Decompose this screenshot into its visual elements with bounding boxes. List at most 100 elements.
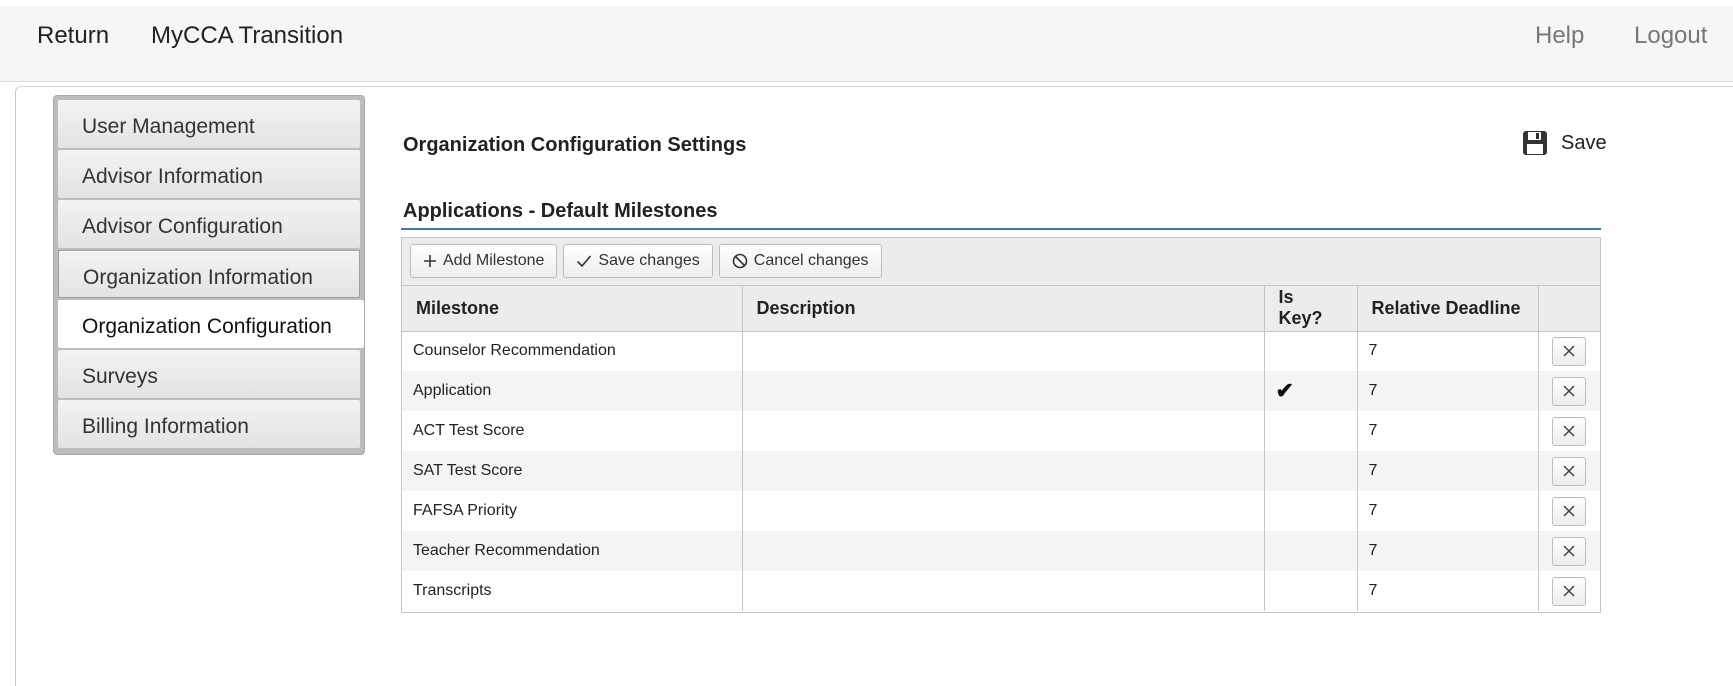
- sidebar-item-label: Advisor Information: [82, 165, 263, 188]
- cancel-icon: [732, 253, 748, 269]
- table-row: FAFSA Priority 7: [402, 491, 1600, 531]
- page-title: Organization Configuration Settings: [403, 134, 747, 156]
- grid-toolbar: Add Milestone Save changes Cancel change…: [402, 238, 1600, 286]
- sidebar-item-advisor-information[interactable]: Advisor Information: [58, 150, 360, 198]
- cell-milestone[interactable]: Transcripts: [402, 571, 743, 611]
- sidebar-item-advisor-configuration[interactable]: Advisor Configuration: [58, 200, 360, 248]
- delete-row-button[interactable]: [1551, 416, 1586, 446]
- add-milestone-button[interactable]: Add Milestone: [410, 244, 558, 278]
- cell-deadline[interactable]: 7: [1357, 531, 1539, 571]
- top-bar: Return MyCCA Transition Help Logout: [0, 6, 1733, 82]
- cell-milestone[interactable]: SAT Test Score: [402, 451, 743, 491]
- cell-deadline[interactable]: 7: [1357, 371, 1539, 411]
- cell-is-key[interactable]: [1264, 491, 1358, 531]
- delete-row-button[interactable]: [1551, 336, 1586, 366]
- cell-deadline[interactable]: 7: [1357, 571, 1539, 611]
- cell-description[interactable]: [742, 451, 1265, 491]
- delete-row-button[interactable]: [1551, 496, 1586, 526]
- cell-actions: [1538, 371, 1600, 411]
- column-header-actions: [1538, 286, 1600, 332]
- cell-description[interactable]: [742, 411, 1265, 451]
- floppy-disk-icon: [1523, 131, 1547, 155]
- close-icon: [1562, 425, 1575, 437]
- delete-row-button[interactable]: [1551, 456, 1586, 486]
- column-header-is-key[interactable]: Is Key?: [1264, 286, 1358, 332]
- cell-deadline[interactable]: 7: [1357, 411, 1539, 451]
- cell-description[interactable]: [742, 331, 1265, 371]
- cell-description[interactable]: [742, 491, 1265, 531]
- sidebar-item-surveys[interactable]: Surveys: [58, 350, 360, 398]
- cell-milestone[interactable]: Counselor Recommendation: [402, 331, 743, 371]
- cell-description[interactable]: [742, 571, 1265, 611]
- table-row: ACT Test Score 7: [402, 411, 1600, 451]
- sidebar-item-billing-information[interactable]: Billing Information: [58, 400, 360, 448]
- section-title: Applications - Default Milestones: [403, 200, 718, 222]
- sidebar-item-label: Organization Configuration: [82, 315, 332, 338]
- save-changes-button[interactable]: Save changes: [563, 244, 713, 278]
- cell-actions: [1538, 331, 1600, 371]
- delete-row-button[interactable]: [1551, 536, 1586, 566]
- delete-row-button[interactable]: [1551, 376, 1586, 406]
- cell-actions: [1538, 531, 1600, 571]
- cell-is-key[interactable]: [1264, 411, 1358, 451]
- cell-is-key[interactable]: [1264, 331, 1358, 371]
- cell-milestone[interactable]: Teacher Recommendation: [402, 531, 743, 571]
- save-button[interactable]: Save: [1522, 130, 1607, 156]
- cell-actions: [1538, 411, 1600, 451]
- save-changes-label: Save changes: [598, 252, 700, 269]
- sidebar-item-label: Advisor Configuration: [82, 215, 283, 238]
- plus-icon: [423, 254, 437, 268]
- close-icon: [1562, 345, 1575, 357]
- column-header-description[interactable]: Description: [742, 286, 1265, 332]
- cell-description[interactable]: [742, 531, 1265, 571]
- cell-milestone[interactable]: Application: [402, 371, 743, 411]
- table-row: Counselor Recommendation 7: [402, 331, 1600, 371]
- cell-is-key[interactable]: ✔: [1264, 371, 1358, 411]
- cell-is-key[interactable]: [1264, 531, 1358, 571]
- cell-is-key[interactable]: [1264, 571, 1358, 611]
- delete-row-button[interactable]: [1551, 576, 1586, 606]
- help-link[interactable]: Help: [1535, 22, 1584, 50]
- cell-actions: [1538, 451, 1600, 491]
- close-icon: [1562, 505, 1575, 517]
- sidebar-item-label: Organization Information: [83, 266, 313, 289]
- cell-deadline[interactable]: 7: [1357, 331, 1539, 371]
- logout-link[interactable]: Logout: [1634, 22, 1707, 50]
- column-header-milestone[interactable]: Milestone: [402, 286, 743, 332]
- cell-milestone[interactable]: FAFSA Priority: [402, 491, 743, 531]
- close-icon: [1562, 585, 1575, 597]
- sidebar-item-label: User Management: [82, 115, 255, 138]
- cell-milestone[interactable]: ACT Test Score: [402, 411, 743, 451]
- cell-actions: [1538, 571, 1600, 611]
- cell-deadline[interactable]: 7: [1357, 491, 1539, 531]
- app-title-link[interactable]: MyCCA Transition: [151, 22, 343, 50]
- table-header-row: Milestone Description Is Key? Relative D…: [402, 286, 1600, 332]
- cancel-changes-label: Cancel changes: [753, 252, 869, 269]
- cancel-changes-button[interactable]: Cancel changes: [718, 244, 882, 278]
- cell-is-key[interactable]: [1264, 451, 1358, 491]
- sidebar-item-organization-configuration[interactable]: Organization Configuration: [58, 300, 364, 348]
- cell-deadline[interactable]: 7: [1357, 451, 1539, 491]
- sidebar-item-organization-information[interactable]: Organization Information: [58, 250, 360, 298]
- column-header-relative-deadline[interactable]: Relative Deadline: [1357, 286, 1539, 332]
- close-icon: [1562, 545, 1575, 557]
- table-row: Transcripts 7: [402, 571, 1600, 611]
- save-button-label: Save: [1561, 131, 1607, 154]
- return-link[interactable]: Return: [37, 22, 109, 50]
- settings-sidebar: User Management Advisor Information Advi…: [53, 95, 365, 455]
- cell-description[interactable]: [742, 371, 1265, 411]
- sidebar-item-label: Billing Information: [82, 415, 249, 438]
- close-icon: [1562, 385, 1575, 397]
- add-milestone-label: Add Milestone: [443, 252, 545, 269]
- table-row: Teacher Recommendation 7: [402, 531, 1600, 571]
- table-row: Application ✔ 7: [402, 371, 1600, 411]
- cell-actions: [1538, 491, 1600, 531]
- checkmark-icon: [576, 254, 592, 268]
- sidebar-item-user-management[interactable]: User Management: [58, 100, 360, 148]
- close-icon: [1562, 465, 1575, 477]
- milestones-table: Milestone Description Is Key? Relative D…: [402, 286, 1600, 611]
- section-divider: [401, 228, 1601, 230]
- milestones-grid: Add Milestone Save changes Cancel change…: [401, 237, 1601, 613]
- table-row: SAT Test Score 7: [402, 451, 1600, 491]
- sidebar-item-label: Surveys: [82, 365, 158, 388]
